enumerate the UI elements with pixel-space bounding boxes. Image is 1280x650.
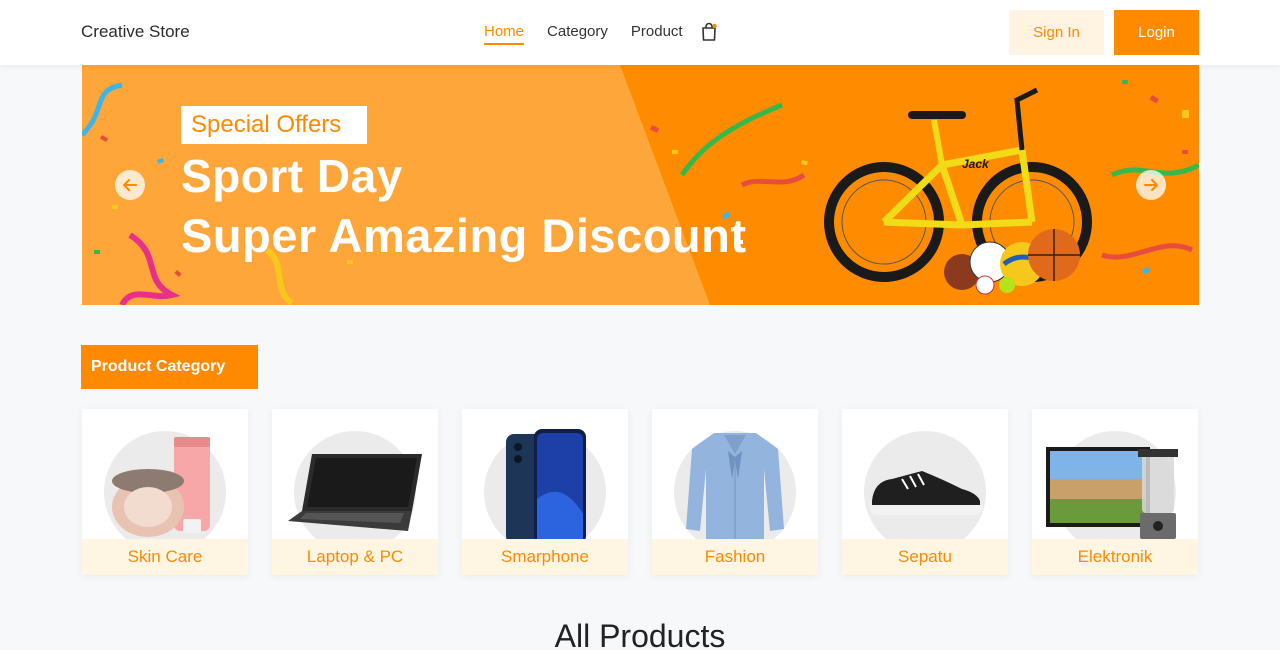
category-card-sepatu[interactable]: Sepatu [842,409,1008,575]
category-card-elektronik[interactable]: Elektronik [1032,409,1198,575]
login-button[interactable]: Login [1114,10,1199,55]
arrow-left-icon [123,179,137,191]
smartphone-icon [506,429,586,539]
category-label: Fashion [652,539,818,575]
category-label: Smarphone [462,539,628,575]
bike-and-balls-image: Jack [824,87,1092,295]
sign-in-button[interactable]: Sign In [1009,10,1104,55]
category-card-fashion[interactable]: Fashion [652,409,818,575]
category-card-laptop-pc[interactable]: Laptop & PC [272,409,438,575]
nav-home[interactable]: Home [484,23,525,45]
brand-logo[interactable]: Creative Store [81,22,190,42]
tv-blender-icon [1046,447,1178,539]
carousel-prev-button[interactable] [115,170,145,200]
main-nav: Home Category Product [484,22,718,45]
top-navbar: Creative Store Home Category Product Sig… [0,0,1280,65]
category-label: Skin Care [82,539,248,575]
laptop-icon [288,454,422,531]
category-card-smartphone[interactable]: Smarphone [462,409,628,575]
category-card-skin-care[interactable]: Skin Care [82,409,248,575]
blouse-icon [686,433,784,539]
banner-title-line1: Sport Day [181,150,403,202]
category-label: Laptop & PC [272,539,438,575]
category-label: Elektronik [1032,539,1198,575]
special-offers-tag: Special Offers [181,106,367,144]
arrow-right-icon [1144,179,1158,191]
all-products-heading: All Products [554,618,726,650]
promo-banner-carousel[interactable]: Jack Special Offers Sport Day Super Amaz… [82,65,1199,305]
nav-category[interactable]: Category [547,23,608,42]
cosmetics-icon [112,437,210,537]
product-category-heading: Product Category [81,345,258,389]
carousel-next-button[interactable] [1136,170,1166,200]
bike-brand-text: Jack [962,157,990,171]
sneaker-icon [869,471,983,515]
banner-title-line2: Super Amazing Discount [181,209,747,262]
shopping-bag-icon[interactable] [700,22,718,42]
category-label: Sepatu [842,539,1008,575]
nav-product[interactable]: Product [631,23,683,42]
